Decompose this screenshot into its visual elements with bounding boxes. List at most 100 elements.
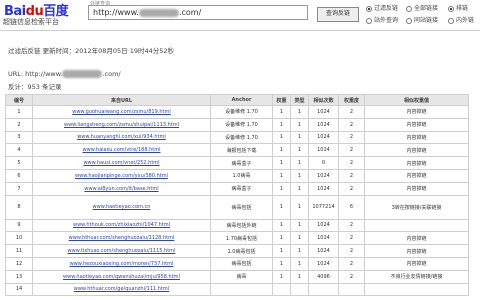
table-cell: 2 bbox=[338, 130, 365, 145]
col-type: 类型 bbox=[290, 94, 309, 106]
table-cell: 14 bbox=[5, 282, 33, 297]
table-cell: 3 bbox=[5, 130, 33, 145]
url-prefix: http://www. bbox=[93, 8, 139, 17]
table-cell: 9 bbox=[5, 218, 33, 233]
radio-icon bbox=[406, 5, 412, 12]
option-all[interactable]: 全部链接 bbox=[406, 3, 438, 12]
table-cell: 2 bbox=[338, 218, 365, 233]
table-cell: 内容掉链 bbox=[364, 181, 469, 196]
table-cell: 病毒盒子 bbox=[210, 156, 273, 170]
radio-icon bbox=[448, 17, 454, 24]
table-cell: 病毒包括 bbox=[210, 194, 273, 220]
total-count: 反计：953 条记录 bbox=[8, 83, 62, 91]
table-cell: 10 bbox=[5, 231, 33, 246]
table-cell: 1 bbox=[272, 168, 291, 183]
backlink-url[interactable]: www.hezouxiaoxing.com/moren/737.html bbox=[32, 256, 211, 271]
table-cell: 病毒包括 bbox=[210, 256, 273, 271]
table-cell: 1 bbox=[272, 231, 291, 246]
table-cell: 病毒盒子 bbox=[210, 181, 273, 196]
query-backlinks-button[interactable]: 查询反链 bbox=[317, 7, 359, 22]
table-cell: 1077214 bbox=[308, 194, 339, 220]
table-cell bbox=[338, 282, 365, 297]
table-cell: 8 bbox=[5, 194, 33, 220]
table-cell: 2 bbox=[5, 117, 33, 132]
table-cell: 1024 bbox=[308, 244, 339, 258]
url-search-input[interactable]: http://www. .com/ bbox=[88, 5, 308, 20]
option-same-site[interactable]: 同站链接 bbox=[406, 15, 438, 24]
backlink-url[interactable]: www.huanyanghi.com/xui/934.html bbox=[32, 130, 211, 145]
backlink-url[interactable]: www.hausi.com/vnet/252.html bbox=[32, 156, 211, 170]
backlink-url[interactable]: www.haotieyao.com.cn bbox=[32, 194, 211, 220]
backlink-url[interactable]: www.tixhuas.com/shenghuozaiu/1115.html bbox=[32, 244, 211, 258]
table-cell: 1024 bbox=[308, 168, 339, 183]
table-cell: 2 bbox=[338, 244, 365, 258]
table-cell: 1 bbox=[272, 181, 291, 196]
table-cell: 1024 bbox=[308, 143, 339, 158]
table-cell: 不良行业友情链接/链接 bbox=[364, 269, 469, 284]
backlink-url[interactable]: www.hthuar.com/ge/quanzhi/111.html bbox=[32, 282, 211, 297]
backlink-url[interactable]: www.liangsheng.com/zsmu/shuipai/1113.htm… bbox=[32, 117, 211, 132]
table-cell: 1 bbox=[290, 156, 309, 170]
table-row: 11 www.tixhuas.com/shenghuozaiu/1115.html… bbox=[5, 244, 469, 258]
table-cell: 1.0病毒包括 bbox=[210, 244, 273, 258]
table-cell bbox=[272, 282, 291, 297]
redacted-domain bbox=[62, 70, 103, 78]
table-cell: 内容掉链 bbox=[364, 143, 469, 158]
table-cell: 1 bbox=[272, 244, 291, 258]
table-cell: 1.0病毒 bbox=[210, 168, 273, 183]
table-cell: 3转在按链接/关联链接 bbox=[364, 194, 469, 220]
option-external[interactable]: 站外查询 bbox=[366, 15, 398, 24]
table-row: 5 www.hausi.com/vnet/252.html 病毒盒子 1 1 0 2 内容掉链 bbox=[5, 156, 469, 170]
option-sort[interactable]: 排链 bbox=[448, 3, 468, 12]
table-cell: 海报包括下载 bbox=[210, 143, 273, 158]
radio-icon bbox=[406, 17, 412, 24]
table-cell: 1.70病毒包括 bbox=[210, 231, 273, 246]
table-cell: 内容掉链 bbox=[364, 244, 469, 258]
col-index: 编号 bbox=[5, 94, 33, 106]
table-cell: 内容掉链 bbox=[364, 156, 469, 170]
table-row: 12 www.hezouxiaoxing.com/moren/737.html 病毒… bbox=[5, 256, 469, 271]
table-cell: 2 bbox=[338, 168, 365, 183]
table-cell: 2 bbox=[338, 143, 365, 158]
table-cell bbox=[290, 282, 309, 297]
table-cell bbox=[364, 282, 469, 297]
backlink-url[interactable]: www.hthuar.com/shenghuozaiu/1128.html bbox=[32, 231, 211, 246]
backlink-url[interactable]: www.haojianpinge.com/yxu/380.html bbox=[32, 168, 211, 183]
table-cell: 5 bbox=[5, 156, 33, 170]
backlink-url[interactable]: www.guohuaiwang.com/zsmu/819.html bbox=[32, 105, 211, 119]
table-cell: 2 bbox=[338, 256, 365, 271]
table-row: 6 www.haojianpinge.com/yxu/380.html 1.0病毒 1… bbox=[5, 168, 469, 183]
table-cell: 7 bbox=[5, 181, 33, 196]
table-cell: 1024 bbox=[308, 256, 339, 271]
table-row: 9 www.hthouk.com/zhixiaozhi/1047.html 病毒包括… bbox=[5, 218, 469, 233]
table-row: 4 www.haiasu.com/vtre/188.html 海报包括下载 1 1 102… bbox=[5, 143, 469, 158]
table-cell: 内容掉链 bbox=[364, 117, 469, 132]
table-cell: 11 bbox=[5, 244, 33, 258]
table-row: 3 www.huanyanghi.com/xui/934.html 设备维修 1.7… bbox=[5, 130, 469, 145]
table-cell: 4096 bbox=[308, 269, 339, 284]
table-row: 8 www.haotieyao.com.cn 病毒包括 1 1 1077214 6 3转在按链… bbox=[5, 194, 469, 220]
col-weight: 权重 bbox=[272, 94, 291, 106]
table-cell: 1 bbox=[290, 244, 309, 258]
table-cell: 1 bbox=[272, 130, 291, 145]
table-cell: 1024 bbox=[308, 218, 339, 233]
backlink-url[interactable]: www.haotieyao.com/qwenshuzai/mju/958.htm… bbox=[32, 269, 211, 284]
table-cell: 1024 bbox=[308, 117, 339, 132]
table-row: 2 www.liangsheng.com/zsmu/shuipai/1113.ht… bbox=[5, 117, 469, 132]
table-cell: 1 bbox=[272, 218, 291, 233]
table-cell: 1024 bbox=[308, 130, 339, 145]
table-cell: 1 bbox=[5, 105, 33, 119]
table-cell: 2 bbox=[338, 156, 365, 170]
backlink-url[interactable]: www.ai8yun.com/it/base.html bbox=[32, 181, 211, 196]
table-cell: 内容掉链 bbox=[364, 168, 469, 183]
redacted-domain bbox=[138, 8, 179, 17]
table-cell: 2 bbox=[338, 269, 365, 284]
option-filter[interactable]: 过滤反链 bbox=[366, 3, 398, 12]
table-cell: 设备维修 1.70 bbox=[210, 117, 273, 132]
backlink-url[interactable]: www.hthouk.com/zhixiaozhi/1047.html bbox=[32, 218, 211, 233]
option-inner-outer[interactable]: 内外链 bbox=[448, 15, 474, 24]
table-cell: 2 bbox=[338, 231, 365, 246]
table-cell: 1024 bbox=[308, 181, 339, 196]
table-cell: 1 bbox=[290, 218, 309, 233]
backlink-url[interactable]: www.haiasu.com/vtre/188.html bbox=[32, 143, 211, 158]
